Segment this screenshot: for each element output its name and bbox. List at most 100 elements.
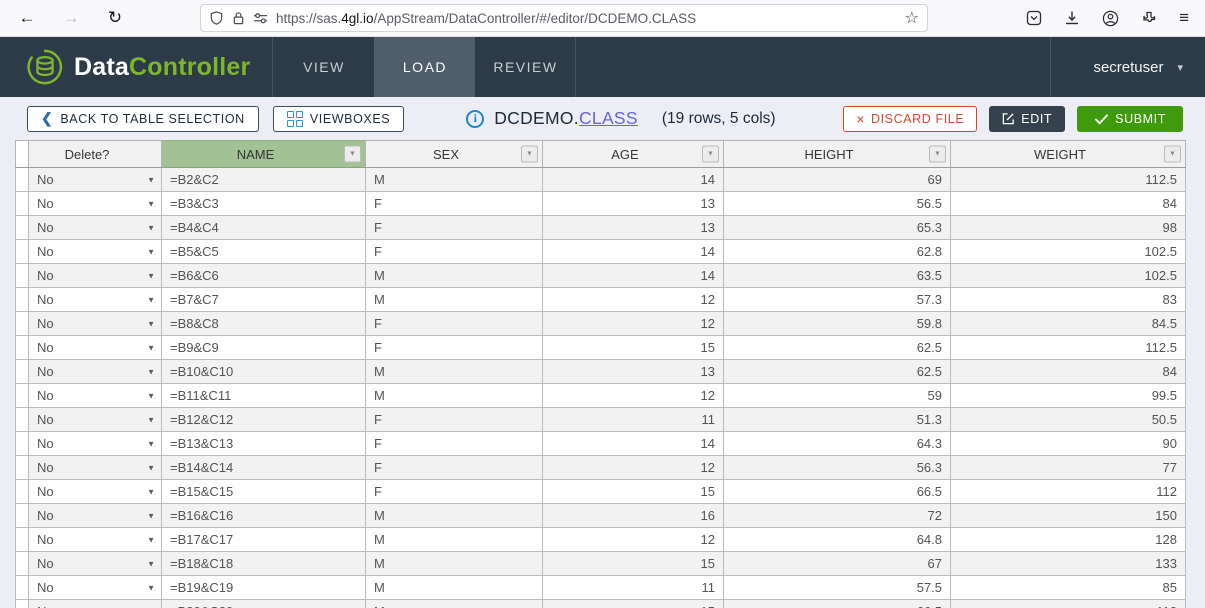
sex-cell[interactable]: F <box>366 336 543 360</box>
weight-cell[interactable]: 83 <box>951 288 1186 312</box>
row-handle[interactable] <box>16 312 29 336</box>
viewboxes-button[interactable]: VIEWBOXES <box>273 106 404 132</box>
weight-cell[interactable]: 84.5 <box>951 312 1186 336</box>
height-cell[interactable]: 65.3 <box>724 216 951 240</box>
weight-cell[interactable]: 133 <box>951 552 1186 576</box>
weight-cell[interactable]: 112 <box>951 480 1186 504</box>
weight-cell[interactable]: 102.5 <box>951 240 1186 264</box>
name-cell[interactable]: =B12&C12 <box>162 408 366 432</box>
age-cell[interactable]: 13 <box>543 360 724 384</box>
sex-cell[interactable]: M <box>366 360 543 384</box>
sex-cell[interactable]: M <box>366 528 543 552</box>
age-cell[interactable]: 13 <box>543 192 724 216</box>
age-cell[interactable]: 14 <box>543 168 724 192</box>
weight-cell[interactable]: 84 <box>951 360 1186 384</box>
age-cell[interactable]: 16 <box>543 504 724 528</box>
filter-dropdown-icon[interactable]: ▼ <box>929 146 946 163</box>
name-cell[interactable]: =B13&C13 <box>162 432 366 456</box>
delete-dropdown-cell[interactable]: No▼ <box>29 360 162 384</box>
sex-cell[interactable]: F <box>366 432 543 456</box>
tab-review[interactable]: REVIEW <box>475 37 576 97</box>
age-cell[interactable]: 11 <box>543 576 724 600</box>
height-cell[interactable]: 57.5 <box>724 576 951 600</box>
height-cell[interactable]: 64.3 <box>724 432 951 456</box>
sex-cell[interactable]: M <box>366 264 543 288</box>
name-cell[interactable]: =B5&C5 <box>162 240 366 264</box>
height-cell[interactable]: 66.5 <box>724 600 951 608</box>
name-cell[interactable]: =B17&C17 <box>162 528 366 552</box>
weight-cell[interactable]: 150 <box>951 504 1186 528</box>
row-handle-header[interactable] <box>16 141 29 168</box>
browser-forward-icon[interactable]: → <box>58 8 84 28</box>
tab-view[interactable]: VIEW <box>273 37 374 97</box>
row-handle[interactable] <box>16 480 29 504</box>
name-cell[interactable]: =B15&C15 <box>162 480 366 504</box>
column-header-weight[interactable]: WEIGHT▼ <box>951 141 1186 168</box>
age-cell[interactable]: 15 <box>543 480 724 504</box>
sex-cell[interactable]: M <box>366 504 543 528</box>
column-header-height[interactable]: HEIGHT▼ <box>724 141 951 168</box>
delete-dropdown-cell[interactable]: No▼ <box>29 576 162 600</box>
delete-dropdown-cell[interactable]: No▼ <box>29 504 162 528</box>
row-handle[interactable] <box>16 288 29 312</box>
url-bar[interactable]: https://sas.4gl.io/AppStream/DataControl… <box>200 4 928 32</box>
back-to-table-selection-button[interactable]: ❮ BACK TO TABLE SELECTION <box>27 106 259 132</box>
download-icon[interactable] <box>1064 10 1080 26</box>
sex-cell[interactable]: F <box>366 192 543 216</box>
weight-cell[interactable]: 112 <box>951 600 1186 608</box>
bookmark-star-icon[interactable]: ☆ <box>905 8 919 28</box>
age-cell[interactable]: 15 <box>543 336 724 360</box>
sex-cell[interactable]: M <box>366 288 543 312</box>
filter-dropdown-icon[interactable]: ▼ <box>1164 146 1181 163</box>
tab-load[interactable]: LOAD <box>374 37 475 97</box>
column-header-delete[interactable]: Delete? <box>29 141 162 168</box>
submit-button[interactable]: SUBMIT <box>1077 106 1183 132</box>
sex-cell[interactable]: F <box>366 312 543 336</box>
weight-cell[interactable]: 99.5 <box>951 384 1186 408</box>
name-cell[interactable]: =B4&C4 <box>162 216 366 240</box>
age-cell[interactable]: 12 <box>543 528 724 552</box>
delete-dropdown-cell[interactable]: No▼ <box>29 552 162 576</box>
age-cell[interactable]: 14 <box>543 264 724 288</box>
height-cell[interactable]: 57.3 <box>724 288 951 312</box>
filter-dropdown-icon[interactable]: ▼ <box>521 146 538 163</box>
row-handle[interactable] <box>16 360 29 384</box>
delete-dropdown-cell[interactable]: No▼ <box>29 168 162 192</box>
weight-cell[interactable]: 90 <box>951 432 1186 456</box>
column-header-age[interactable]: AGE▼ <box>543 141 724 168</box>
delete-dropdown-cell[interactable]: No▼ <box>29 432 162 456</box>
name-cell[interactable]: =B2&C2 <box>162 168 366 192</box>
weight-cell[interactable]: 98 <box>951 216 1186 240</box>
weight-cell[interactable]: 102.5 <box>951 264 1186 288</box>
weight-cell[interactable]: 85 <box>951 576 1186 600</box>
column-header-sex[interactable]: SEX▼ <box>366 141 543 168</box>
lock-icon[interactable] <box>232 11 245 26</box>
table-name-link[interactable]: CLASS <box>579 108 638 128</box>
info-icon[interactable]: i <box>466 110 484 128</box>
delete-dropdown-cell[interactable]: No▼ <box>29 192 162 216</box>
weight-cell[interactable]: 112.5 <box>951 168 1186 192</box>
row-handle[interactable] <box>16 528 29 552</box>
age-cell[interactable]: 15 <box>543 552 724 576</box>
delete-dropdown-cell[interactable]: No▼ <box>29 312 162 336</box>
filter-dropdown-icon[interactable]: ▼ <box>702 146 719 163</box>
row-handle[interactable] <box>16 336 29 360</box>
delete-dropdown-cell[interactable]: No▼ <box>29 408 162 432</box>
delete-dropdown-cell[interactable]: No▼ <box>29 216 162 240</box>
weight-cell[interactable]: 77 <box>951 456 1186 480</box>
row-handle[interactable] <box>16 216 29 240</box>
age-cell[interactable]: 14 <box>543 240 724 264</box>
extensions-icon[interactable] <box>1141 10 1157 26</box>
permissions-icon[interactable] <box>253 12 268 24</box>
delete-dropdown-cell[interactable]: No▼ <box>29 336 162 360</box>
delete-dropdown-cell[interactable]: No▼ <box>29 264 162 288</box>
browser-reload-icon[interactable]: ↻ <box>102 8 128 28</box>
height-cell[interactable]: 51.3 <box>724 408 951 432</box>
height-cell[interactable]: 62.5 <box>724 336 951 360</box>
age-cell[interactable]: 12 <box>543 288 724 312</box>
row-handle[interactable] <box>16 576 29 600</box>
delete-dropdown-cell[interactable]: No▼ <box>29 288 162 312</box>
height-cell[interactable]: 62.5 <box>724 360 951 384</box>
sex-cell[interactable]: F <box>366 480 543 504</box>
sex-cell[interactable]: M <box>366 168 543 192</box>
